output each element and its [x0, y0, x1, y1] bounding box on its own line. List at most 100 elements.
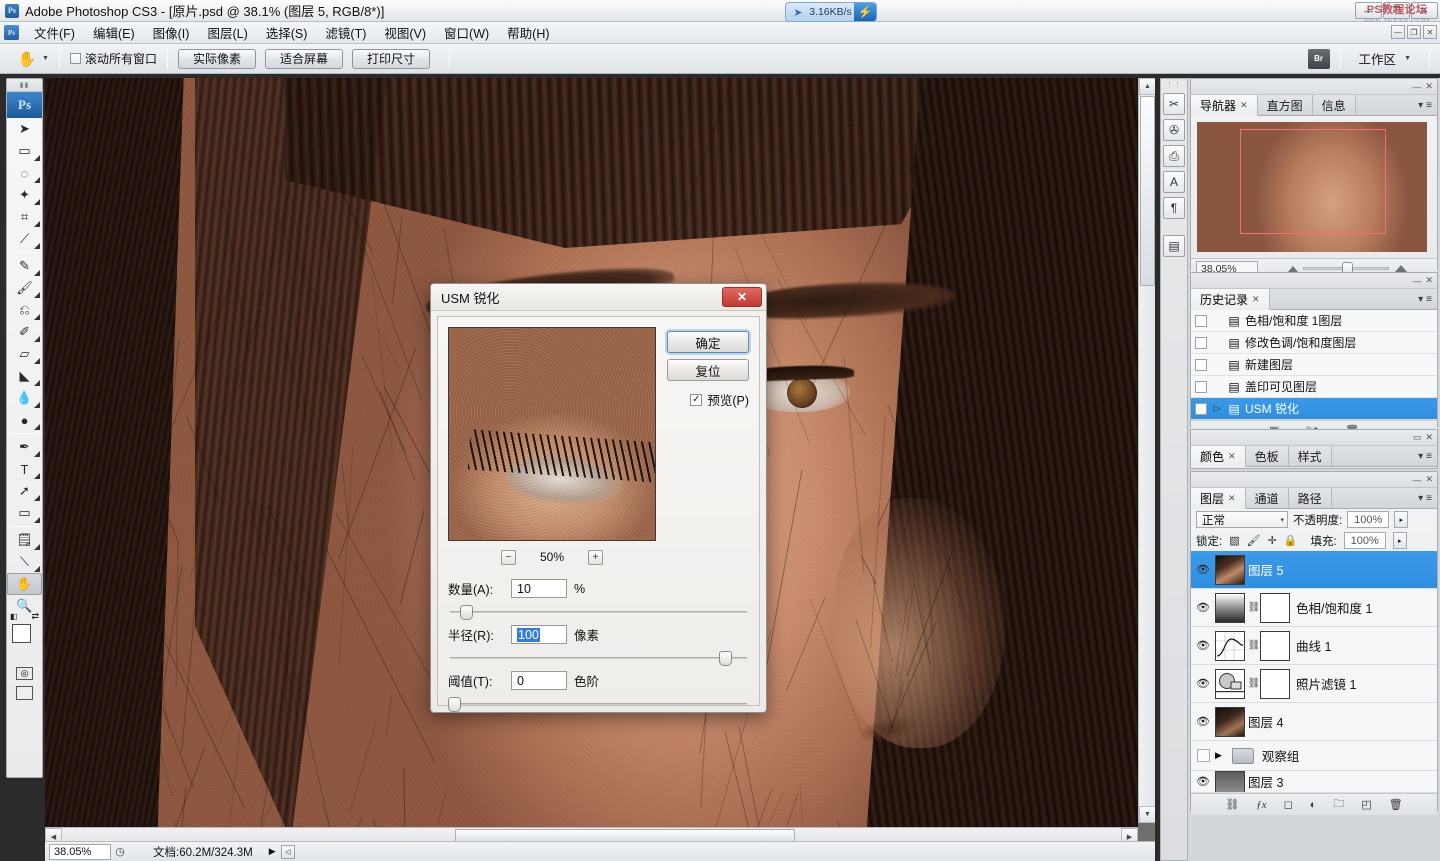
- fit-screen-button[interactable]: 适合屏幕: [265, 49, 343, 69]
- lock-position-icon[interactable]: ✛: [1268, 534, 1277, 547]
- add-layer-mask-icon[interactable]: ◻: [1284, 798, 1293, 811]
- pen-tool[interactable]: ✒: [7, 436, 42, 458]
- canvas-vertical-scrollbar[interactable]: ▲ ▼: [1138, 78, 1155, 823]
- close-button[interactable]: ✕: [1411, 2, 1438, 19]
- history-item[interactable]: ▤ 新建图层: [1191, 354, 1437, 376]
- layer-thumbnail[interactable]: [1215, 631, 1245, 661]
- layer-group-row[interactable]: ▶ 观察组: [1191, 741, 1437, 771]
- usm-preview-box[interactable]: [448, 327, 656, 541]
- layer-mask-thumbnail[interactable]: [1260, 593, 1290, 623]
- history-snapshot-checkbox[interactable]: [1191, 337, 1211, 349]
- usm-threshold-input[interactable]: 0: [511, 671, 567, 690]
- usm-radius-slider-knob[interactable]: [719, 651, 732, 666]
- new-group-icon[interactable]: 🗀: [1333, 795, 1344, 814]
- usm-dialog-close-button[interactable]: ✕: [722, 287, 762, 307]
- history-item[interactable]: ▤ 色相/饱和度 1图层: [1191, 310, 1437, 332]
- zoom-out-triangle-icon[interactable]: [1288, 266, 1298, 272]
- menu-help[interactable]: 帮助(H): [498, 21, 558, 44]
- gradient-tool[interactable]: ◣: [7, 365, 42, 387]
- layer-style-fx-icon[interactable]: ƒx: [1256, 799, 1266, 811]
- navigator-view-box[interactable]: [1240, 129, 1386, 234]
- default-colors-icon[interactable]: ◧: [10, 612, 18, 621]
- usm-radius-input[interactable]: 100: [511, 625, 567, 644]
- tab-histogram[interactable]: 直方图: [1258, 95, 1313, 115]
- tab-styles[interactable]: 样式: [1289, 446, 1332, 466]
- layer-mask-link-icon[interactable]: ⛓: [1248, 678, 1260, 689]
- clone-stamp-tool[interactable]: ⎌: [7, 299, 42, 321]
- tab-paths[interactable]: 路径: [1289, 488, 1332, 508]
- lock-transparency-icon[interactable]: ▧: [1229, 534, 1239, 547]
- layer-mask-thumbnail[interactable]: [1260, 669, 1290, 699]
- history-snapshot-checkbox[interactable]: [1191, 381, 1211, 393]
- blur-tool[interactable]: 💧: [7, 387, 42, 409]
- history-panel-menu-icon[interactable]: ▾ ≡: [1418, 289, 1437, 309]
- usm-radius-slider[interactable]: [448, 650, 749, 666]
- layer-row[interactable]: 👁 图层 4: [1191, 703, 1437, 741]
- dodge-tool[interactable]: ●: [7, 409, 42, 431]
- layer-mask-link-icon[interactable]: ⛓: [1248, 602, 1260, 613]
- brushes-dock-icon[interactable]: ✇: [1163, 119, 1185, 141]
- layer-visibility-toggle[interactable]: 👁: [1191, 639, 1215, 652]
- paragraph-dock-icon[interactable]: ¶: [1163, 197, 1185, 219]
- layer-mask-thumbnail[interactable]: [1260, 631, 1290, 661]
- history-item[interactable]: ▤ 盖印可见图层: [1191, 376, 1437, 398]
- bridge-icon[interactable]: Br: [1308, 49, 1330, 69]
- doc-restore-button[interactable]: ❐: [1407, 25, 1421, 39]
- history-item-selected[interactable]: ▷ ▤ USM 锐化: [1191, 398, 1437, 420]
- lock-all-icon[interactable]: 🔒: [1284, 534, 1298, 547]
- layer-comps-dock-icon[interactable]: ▤: [1163, 235, 1185, 257]
- type-tool[interactable]: T: [7, 458, 42, 480]
- status-resize-grip-icon[interactable]: ◁: [281, 845, 295, 859]
- layer-thumbnail[interactable]: [1215, 771, 1245, 793]
- layer-visibility-toggle[interactable]: 👁: [1191, 563, 1215, 576]
- layers-close-icon[interactable]: ✕: [1425, 474, 1433, 485]
- quick-mask-icon[interactable]: ◎: [16, 667, 33, 680]
- history-brush-tool[interactable]: ✐: [7, 321, 42, 343]
- tools-dock-icon[interactable]: ✂: [1163, 93, 1185, 115]
- lasso-tool[interactable]: ◌: [7, 162, 42, 184]
- shape-tool[interactable]: ▭: [7, 502, 42, 524]
- group-visibility-toggle[interactable]: [1191, 749, 1215, 762]
- tab-navigator[interactable]: 导航器 ✕: [1191, 95, 1258, 116]
- brush-tool[interactable]: 🖌: [7, 277, 42, 299]
- healing-brush-tool[interactable]: ✎: [7, 255, 42, 277]
- usm-ok-button[interactable]: 确定: [667, 331, 749, 353]
- character-dock-icon[interactable]: A: [1163, 171, 1185, 193]
- scroll-all-windows-checkbox[interactable]: [70, 53, 81, 64]
- navigator-close-icon[interactable]: ✕: [1425, 81, 1433, 92]
- color-minimize-icon[interactable]: ▭: [1413, 432, 1422, 443]
- doc-close-button[interactable]: ✕: [1423, 25, 1437, 39]
- layers-minimize-icon[interactable]: —: [1412, 475, 1421, 485]
- history-item[interactable]: ▤ 修改色调/饱和度图层: [1191, 332, 1437, 354]
- tab-layers-close-icon[interactable]: ✕: [1228, 493, 1236, 504]
- history-snapshot-checkbox[interactable]: [1191, 403, 1211, 415]
- usm-zoom-out-button[interactable]: −: [501, 550, 516, 565]
- foreground-color-swatch[interactable]: [12, 624, 31, 643]
- lock-image-icon[interactable]: 🖌: [1247, 534, 1261, 547]
- marquee-tool[interactable]: ▭: [7, 140, 42, 162]
- usm-sharpen-dialog[interactable]: USM 锐化 ✕ − 50% + 确定 复位 ✓ 预览(P) 数量(A): 10…: [430, 283, 767, 713]
- menu-file[interactable]: 文件(F): [25, 21, 84, 44]
- menu-app-icon[interactable]: Ps: [4, 25, 19, 40]
- tab-layers[interactable]: 图层 ✕: [1191, 488, 1246, 509]
- maximize-button[interactable]: ❐: [1383, 2, 1410, 19]
- menu-filter[interactable]: 滤镜(T): [316, 21, 375, 44]
- usm-amount-slider-track[interactable]: [450, 611, 747, 613]
- delete-layer-icon[interactable]: 🗑: [1389, 798, 1403, 811]
- navigator-panel-menu-icon[interactable]: ▾ ≡: [1418, 95, 1437, 115]
- eraser-tool[interactable]: ▱: [7, 343, 42, 365]
- menu-edit[interactable]: 编辑(E): [84, 21, 144, 44]
- vertical-scroll-thumb[interactable]: [1140, 96, 1155, 286]
- history-snapshot-checkbox[interactable]: [1191, 359, 1211, 371]
- tab-swatches[interactable]: 色板: [1246, 446, 1289, 466]
- minimize-button[interactable]: —: [1355, 2, 1382, 19]
- crop-tool[interactable]: ⌗: [7, 206, 42, 228]
- menu-layer[interactable]: 图层(L): [198, 21, 256, 44]
- hand-tool[interactable]: ✋: [7, 573, 42, 595]
- layer-visibility-toggle[interactable]: 👁: [1191, 715, 1215, 728]
- usm-amount-input[interactable]: 10: [511, 579, 567, 598]
- navigator-thumbnail-area[interactable]: [1191, 116, 1437, 258]
- menu-image[interactable]: 图像(I): [144, 21, 199, 44]
- doc-minimize-button[interactable]: —: [1391, 25, 1405, 39]
- tab-history-close-icon[interactable]: ✕: [1252, 294, 1260, 305]
